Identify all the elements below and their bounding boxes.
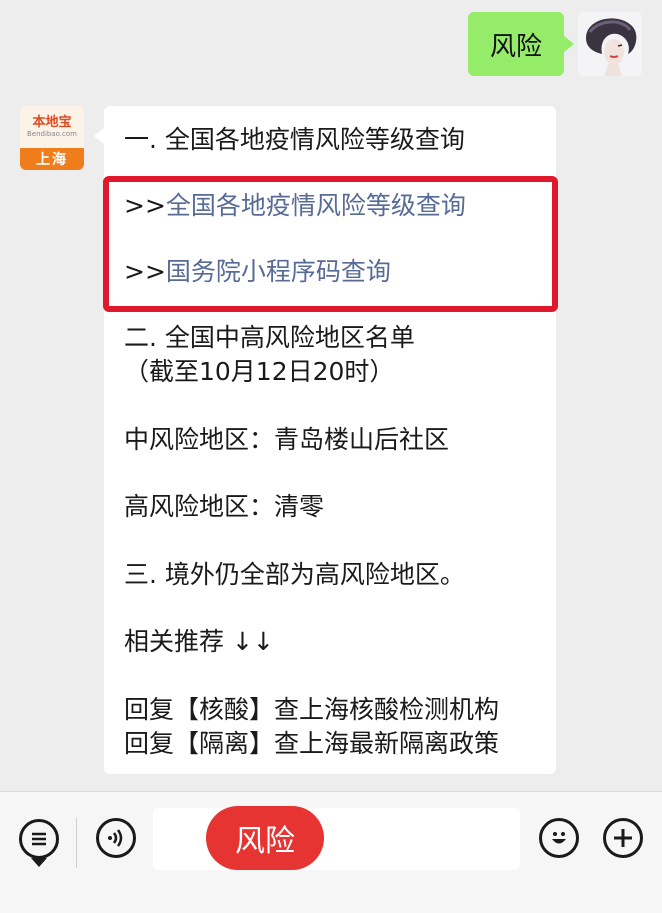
outgoing-message-bubble[interactable]: 风险	[467, 12, 575, 76]
bot-city-label: 上海	[20, 148, 84, 170]
plus-icon[interactable]	[603, 818, 643, 858]
user-avatar[interactable]	[578, 12, 642, 76]
medium-risk-areas: 中风险地区：青岛楼山后社区	[124, 425, 450, 454]
section-2-title: 二. 全国中高风险地区名单	[124, 323, 415, 352]
section-2-date: （截至10月12日20时）	[124, 357, 395, 386]
chat-screen: 风险 本地宝 Bendibao.com 上海 一. 全国各地疫情风险等级查询 >…	[0, 0, 662, 913]
highlight-annotation-box	[103, 176, 558, 312]
menu-divider	[76, 818, 77, 868]
user-avatar-image	[578, 12, 642, 76]
menu-list-icon[interactable]	[19, 819, 59, 859]
menu-pointer-icon	[31, 858, 47, 867]
outgoing-message-row: 风险	[467, 12, 642, 76]
section-3-title: 三. 境外仍全部为高风险地区。	[124, 560, 465, 589]
bot-brand-text: 本地宝	[32, 115, 72, 130]
bot-avatar[interactable]: 本地宝 Bendibao.com 上海	[20, 106, 84, 170]
reply-hint-quarantine: 回复【隔离】查上海最新隔离政策	[124, 729, 500, 758]
reply-hint-nucleic-acid: 回复【核酸】查上海核酸检测机构	[124, 695, 500, 724]
bot-domain-text: Bendibao.com	[26, 130, 77, 138]
high-risk-areas: 高风险地区：清零	[124, 492, 325, 521]
section-1-title: 一. 全国各地疫情风险等级查询	[124, 125, 465, 154]
emoji-icon[interactable]	[539, 818, 579, 858]
bot-avatar-logo: 本地宝 Bendibao.com	[20, 106, 84, 148]
keyword-overlay-label: 风险	[206, 806, 324, 870]
voice-icon[interactable]	[96, 818, 136, 858]
related-recommendations: 相关推荐 ↓↓	[124, 627, 274, 656]
